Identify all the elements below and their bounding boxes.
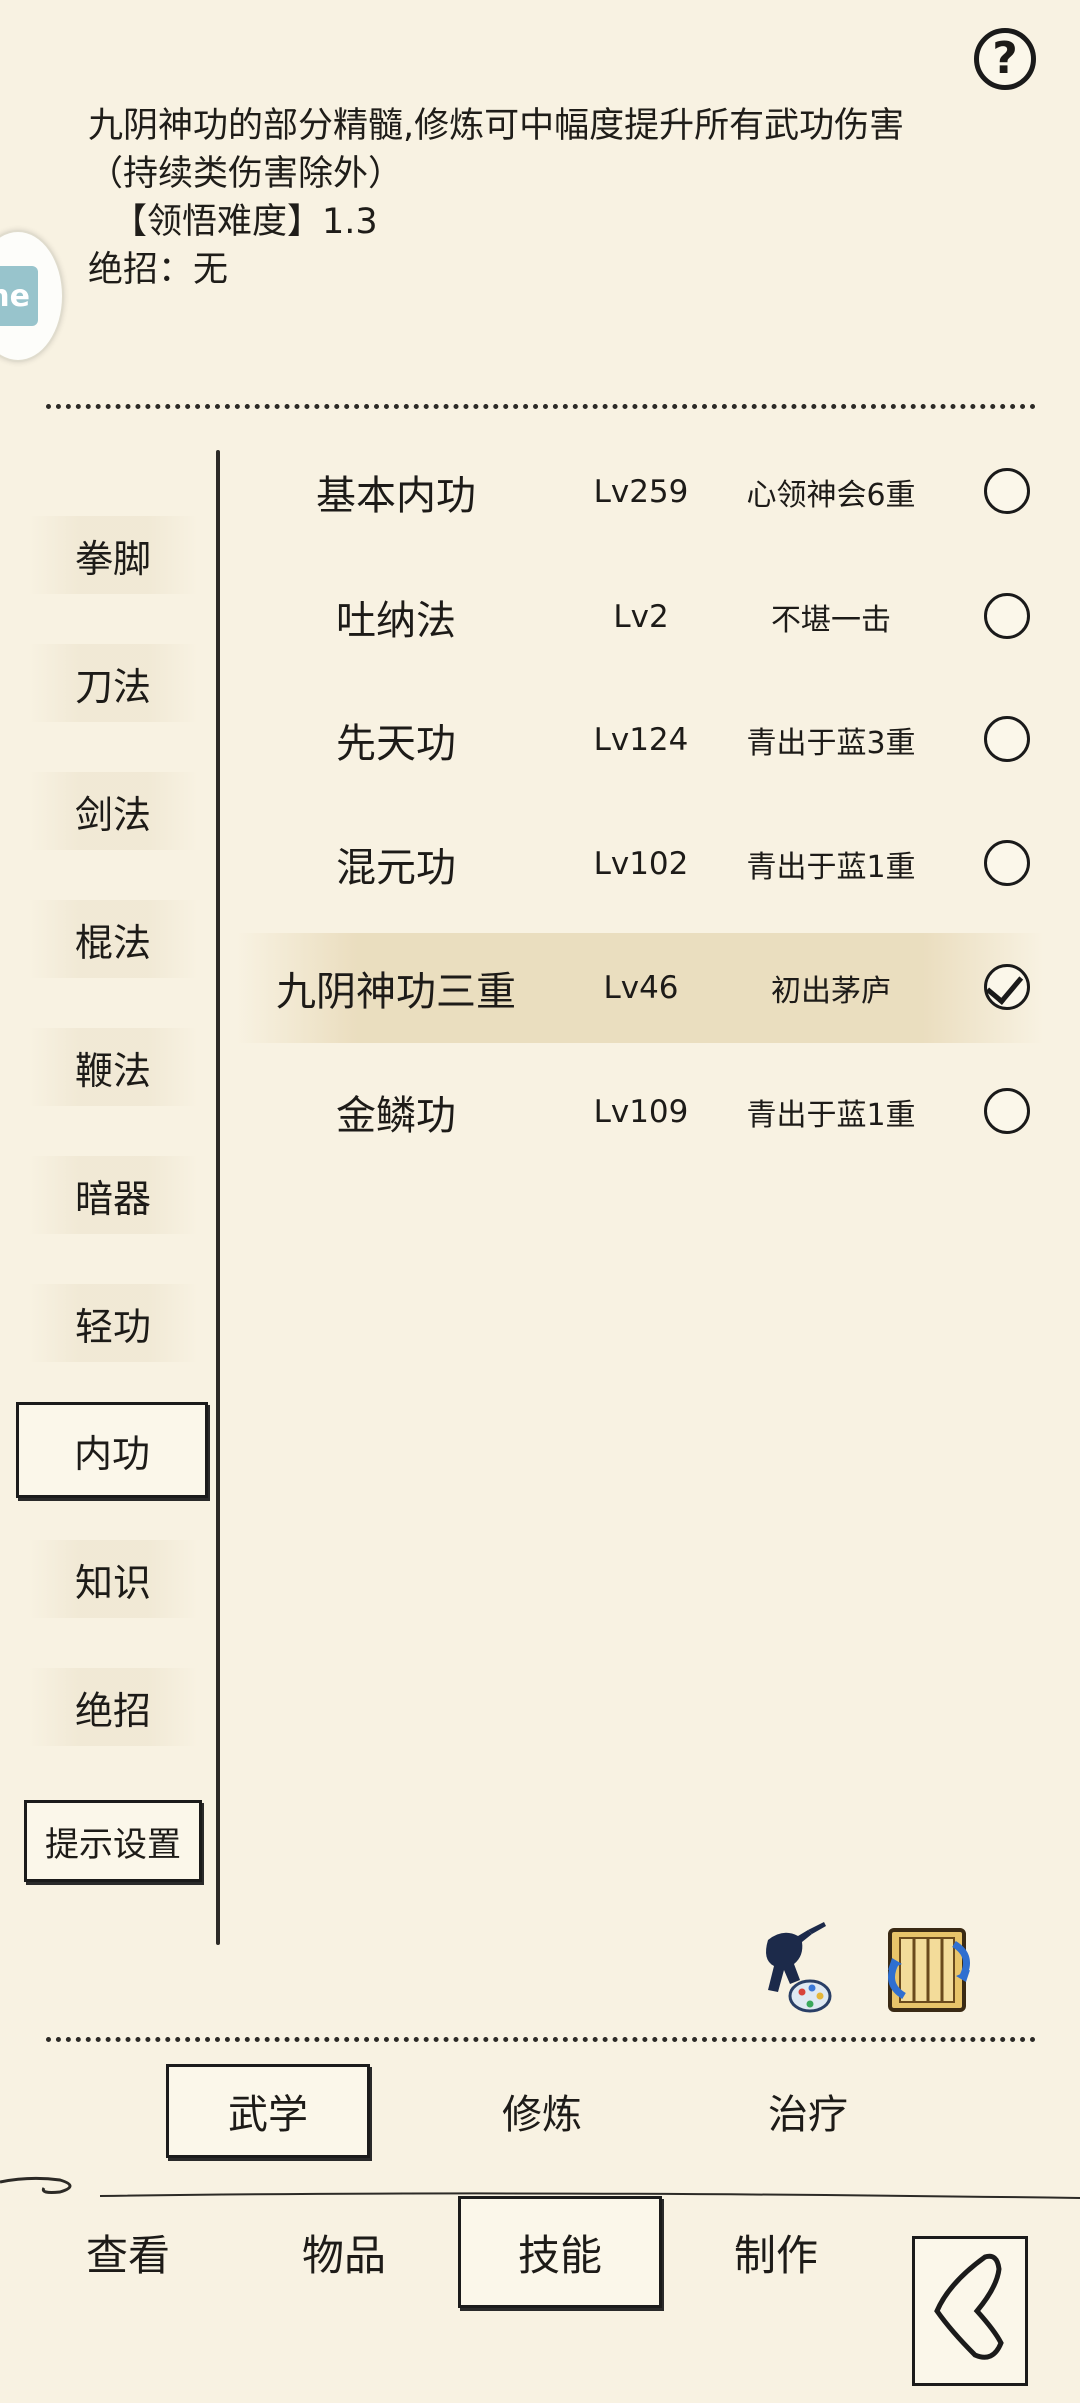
scroll-swap-icon[interactable] <box>876 1916 976 2016</box>
category-anqi[interactable]: 暗器 <box>28 1156 198 1234</box>
skill-name: 基本内功 <box>316 473 476 519</box>
skill-row[interactable]: 先天功 Lv124 青出于蓝3重 <box>236 685 1044 795</box>
skill-rank: 初出茅庐 <box>771 974 891 1009</box>
martial-artist-palette-icon[interactable] <box>738 1920 838 2020</box>
category-qinggong[interactable]: 轻功 <box>28 1284 198 1362</box>
skill-description-line1: 九阴神功的部分精髓,修炼可中幅度提升所有武功伤害 <box>88 106 905 146</box>
subtab-wuxue[interactable]: 武学 <box>166 2064 370 2158</box>
category-jianfa[interactable]: 剑法 <box>28 772 198 850</box>
skill-name: 混元功 <box>336 845 456 891</box>
subtab-zhiliao[interactable]: 治疗 <box>706 2064 910 2158</box>
skill-level: Lv259 <box>593 474 689 510</box>
category-daofa[interactable]: 刀法 <box>28 644 198 722</box>
skill-rank: 心领神会6重 <box>746 478 916 513</box>
nav-jineng[interactable]: 技能 <box>458 2196 662 2308</box>
top-divider <box>46 404 1036 409</box>
category-gunfa[interactable]: 棍法 <box>28 900 198 978</box>
equip-radio[interactable] <box>984 840 1030 886</box>
category-juezhao[interactable]: 绝招 <box>28 1668 198 1746</box>
skill-level: Lv46 <box>603 970 679 1006</box>
skill-rank: 青出于蓝1重 <box>746 1098 916 1133</box>
category-bianfa[interactable]: 鞭法 <box>28 1028 198 1106</box>
skill-name: 金鳞功 <box>336 1093 456 1139</box>
skill-description-line2: （持续类伤害除外） <box>88 154 404 194</box>
category-zhishi[interactable]: 知识 <box>28 1540 198 1618</box>
skill-rank: 不堪一击 <box>771 603 891 638</box>
nav-chakan[interactable]: 查看 <box>28 2196 228 2308</box>
skill-name: 吐纳法 <box>336 598 456 644</box>
floating-side-tab[interactable]: ne <box>0 230 64 362</box>
skill-name: 先天功 <box>336 721 456 767</box>
question-icon: ? <box>992 33 1018 84</box>
skill-row-selected[interactable]: 九阴神功三重 Lv46 初出茅庐 <box>236 933 1044 1043</box>
category-divider <box>216 450 220 1945</box>
skill-row[interactable]: 基本内功 Lv259 心领神会6重 <box>236 437 1044 547</box>
nav-wupin[interactable]: 物品 <box>244 2196 444 2308</box>
skill-level: Lv102 <box>593 846 689 882</box>
help-button[interactable]: ? <box>974 28 1036 90</box>
equip-radio[interactable] <box>984 1088 1030 1134</box>
bottom-divider <box>46 2037 1036 2042</box>
back-button[interactable] <box>912 2236 1028 2386</box>
skill-level: Lv124 <box>593 722 689 758</box>
equip-radio[interactable] <box>984 593 1030 639</box>
back-arrow-icon <box>934 2253 1004 2360</box>
skill-level: Lv2 <box>613 599 669 635</box>
nav-zhizuo[interactable]: 制作 <box>676 2196 876 2308</box>
subtab-xiulian[interactable]: 修炼 <box>440 2064 644 2158</box>
equip-radio-checked[interactable] <box>984 964 1030 1010</box>
category-neigong[interactable]: 内功 <box>16 1402 208 1498</box>
equip-radio[interactable] <box>984 468 1030 514</box>
difficulty-label: 【领悟难度】1.3 <box>112 202 378 242</box>
skill-row[interactable]: 金鳞功 Lv109 青出于蓝1重 <box>236 1057 1044 1167</box>
side-tab-logo: ne <box>0 266 38 326</box>
skill-level: Lv109 <box>593 1094 689 1130</box>
skill-rank: 青出于蓝1重 <box>746 850 916 885</box>
skill-row[interactable]: 吐纳法 Lv2 不堪一击 <box>236 562 1044 672</box>
skill-name: 九阴神功三重 <box>276 969 516 1015</box>
hint-settings-button[interactable]: 提示设置 <box>24 1800 202 1882</box>
skill-rank: 青出于蓝3重 <box>746 726 916 761</box>
ultimate-label: 绝招：无 <box>88 250 229 290</box>
skill-row[interactable]: 混元功 Lv102 青出于蓝1重 <box>236 809 1044 919</box>
category-quanjiao[interactable]: 拳脚 <box>28 516 198 594</box>
equip-radio[interactable] <box>984 716 1030 762</box>
